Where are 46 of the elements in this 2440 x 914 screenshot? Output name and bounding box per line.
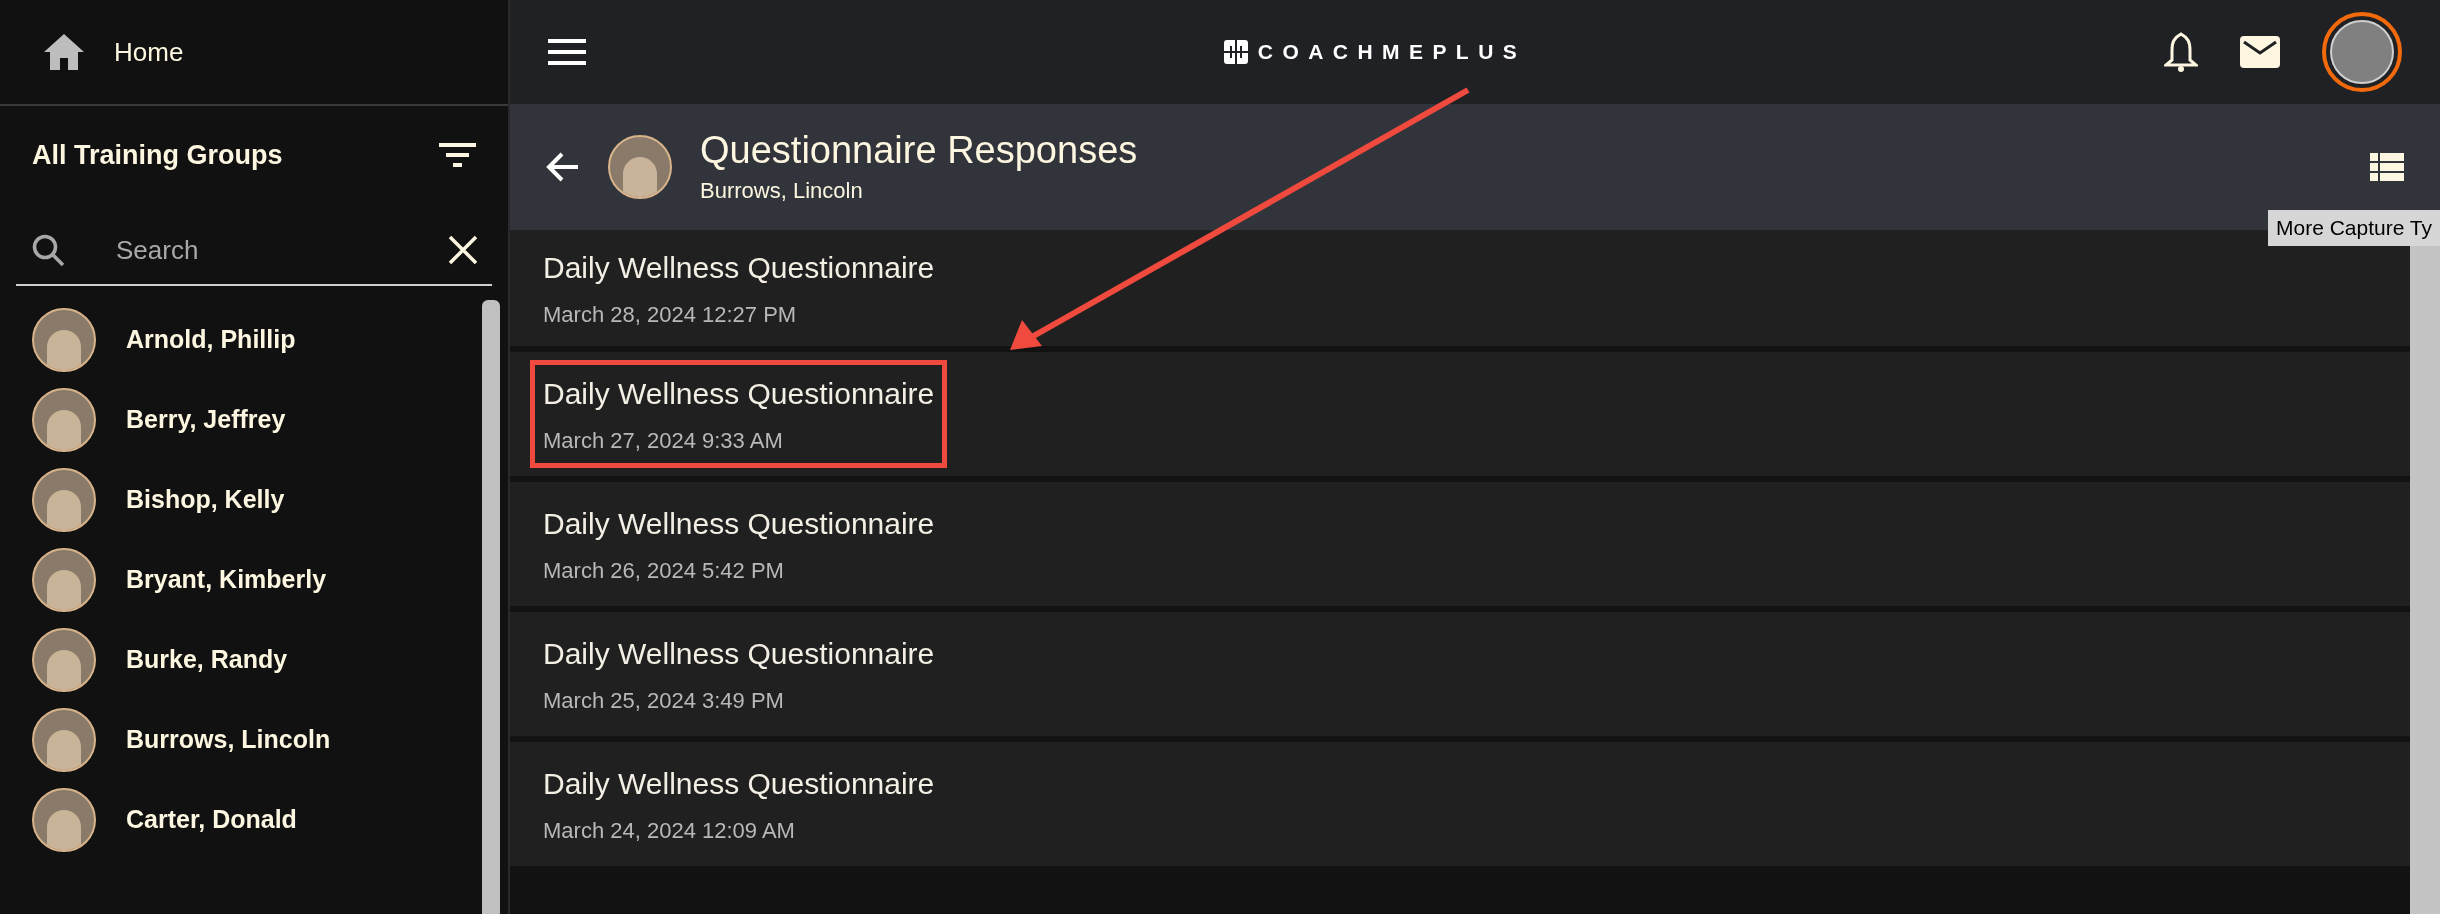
- menu-icon[interactable]: [548, 39, 586, 65]
- response-date: March 27, 2024 9:33 AM: [543, 427, 784, 455]
- athlete-item[interactable]: Carter, Donald: [0, 780, 482, 860]
- avatar: [32, 468, 96, 532]
- avatar: [32, 628, 96, 692]
- search-field[interactable]: Search: [116, 230, 398, 270]
- response-date: March 26, 2024 5:42 PM: [543, 557, 785, 585]
- response-title: Daily Wellness Questionnaire: [543, 506, 935, 542]
- home-link[interactable]: Home: [0, 0, 508, 106]
- response-date: March 24, 2024 12:09 AM: [543, 817, 796, 845]
- scrollbar[interactable]: [482, 300, 500, 914]
- response-title: Daily Wellness Questionnaire: [543, 250, 935, 286]
- close-icon[interactable]: [448, 235, 478, 265]
- response-item[interactable]: Daily Wellness Questionnaire March 25, 2024 3:49 PM: [510, 612, 2410, 736]
- logo-icon: [1223, 40, 1248, 64]
- avatar: [32, 708, 96, 772]
- tooltip: More Capture Ty: [2268, 210, 2440, 246]
- athlete-item[interactable]: Arnold, Phillip: [0, 300, 482, 380]
- bell-icon[interactable]: [2164, 32, 2198, 72]
- response-item[interactable]: Daily Wellness Questionnaire March 24, 2024 12:09 AM: [510, 742, 2410, 866]
- athlete-item[interactable]: Berry, Jeffrey: [0, 380, 482, 460]
- group-title: All Training Groups: [32, 138, 283, 172]
- home-icon: [44, 34, 84, 70]
- avatar: [32, 308, 96, 372]
- search-icon: [30, 232, 66, 268]
- avatar: [32, 388, 96, 452]
- page-title: Questionnaire Responses: [700, 127, 1139, 173]
- response-item[interactable]: Daily Wellness Questionnaire March 27, 2024 9:33 AM: [510, 352, 2410, 476]
- athlete-name: Burrows, Lincoln: [700, 177, 864, 206]
- athlete-item[interactable]: Burke, Randy: [0, 620, 482, 700]
- athlete-item[interactable]: Bishop, Kelly: [0, 460, 482, 540]
- avatar: [32, 788, 96, 852]
- athlete-item[interactable]: Bryant, Kimberly: [0, 540, 482, 620]
- response-date: March 28, 2024 12:27 PM: [543, 301, 798, 329]
- response-item[interactable]: Daily Wellness Questionnaire March 26, 2024 5:42 PM: [510, 482, 2410, 606]
- response-date: March 25, 2024 3:49 PM: [543, 687, 785, 715]
- response-title: Daily Wellness Questionnaire: [543, 636, 935, 672]
- response-title: Daily Wellness Questionnaire: [543, 766, 935, 802]
- filter-icon[interactable]: [439, 142, 476, 168]
- response-title: Daily Wellness Questionnaire: [543, 376, 935, 412]
- logo-text: COACHMEPLUS: [1257, 39, 1527, 66]
- list-icon[interactable]: [2370, 153, 2404, 181]
- back-arrow-icon[interactable]: [546, 151, 580, 183]
- athlete-item[interactable]: Burrows, Lincoln: [0, 700, 482, 780]
- mail-icon[interactable]: [2240, 36, 2280, 68]
- avatar: [32, 548, 96, 612]
